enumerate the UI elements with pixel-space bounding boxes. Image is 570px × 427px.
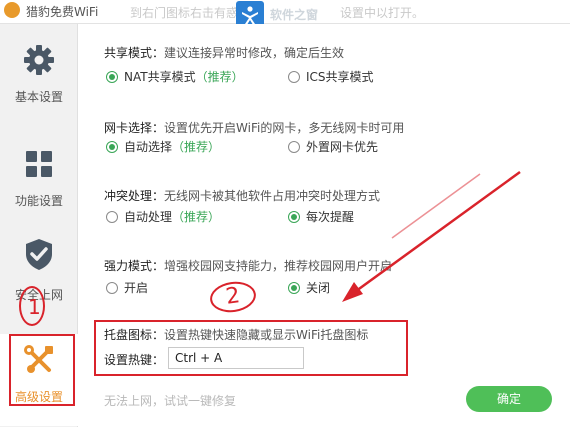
settings-panel: 共享模式：建议连接异常时修改，确定后生效 NAT共享模式（推荐） ICS共享模式… (84, 24, 570, 427)
repair-hint-link[interactable]: 无法上网，试试一键修复 (104, 392, 236, 409)
section-desc: 设置热键快速隐藏或显示WiFi托盘图标 (164, 328, 369, 342)
site-logo-glyph (242, 6, 258, 24)
sidebar-item-label: 基本设置 (14, 90, 63, 104)
section-title: 托盘图标： (104, 328, 165, 342)
annotation-box-sidebar (9, 334, 75, 406)
sidebar-item-function[interactable]: 功能设置 (0, 134, 78, 226)
hotkey-input[interactable] (168, 347, 304, 369)
gear-icon (24, 45, 54, 75)
cheetah-logo-icon (4, 2, 20, 18)
watermark-title: 软件之窗 (270, 8, 319, 22)
save-button[interactable]: 确定 (466, 386, 552, 412)
window-title: 猎豹免费WiFi (26, 5, 99, 19)
ghost-text: 设置中以打开。 (340, 6, 425, 20)
annotation-label: 1 (28, 295, 41, 319)
tray-icon-heading: 托盘图标：设置热键快速隐藏或显示WiFi托盘图标 (104, 326, 368, 343)
annotation-arrow (342, 170, 521, 302)
annotation-number-1: 1 (19, 286, 45, 326)
grid-icon (26, 151, 52, 177)
hotkey-label: 设置热键： (104, 353, 165, 367)
shield-check-icon (26, 239, 52, 270)
title-bar: 猎豹免费WiFi 到右门图标右击有惑助窗 设置中以打开。 软件之窗 (0, 0, 570, 29)
sidebar-item-basic[interactable]: 基本设置 (0, 30, 78, 122)
sidebar-item-label: 功能设置 (14, 194, 63, 208)
